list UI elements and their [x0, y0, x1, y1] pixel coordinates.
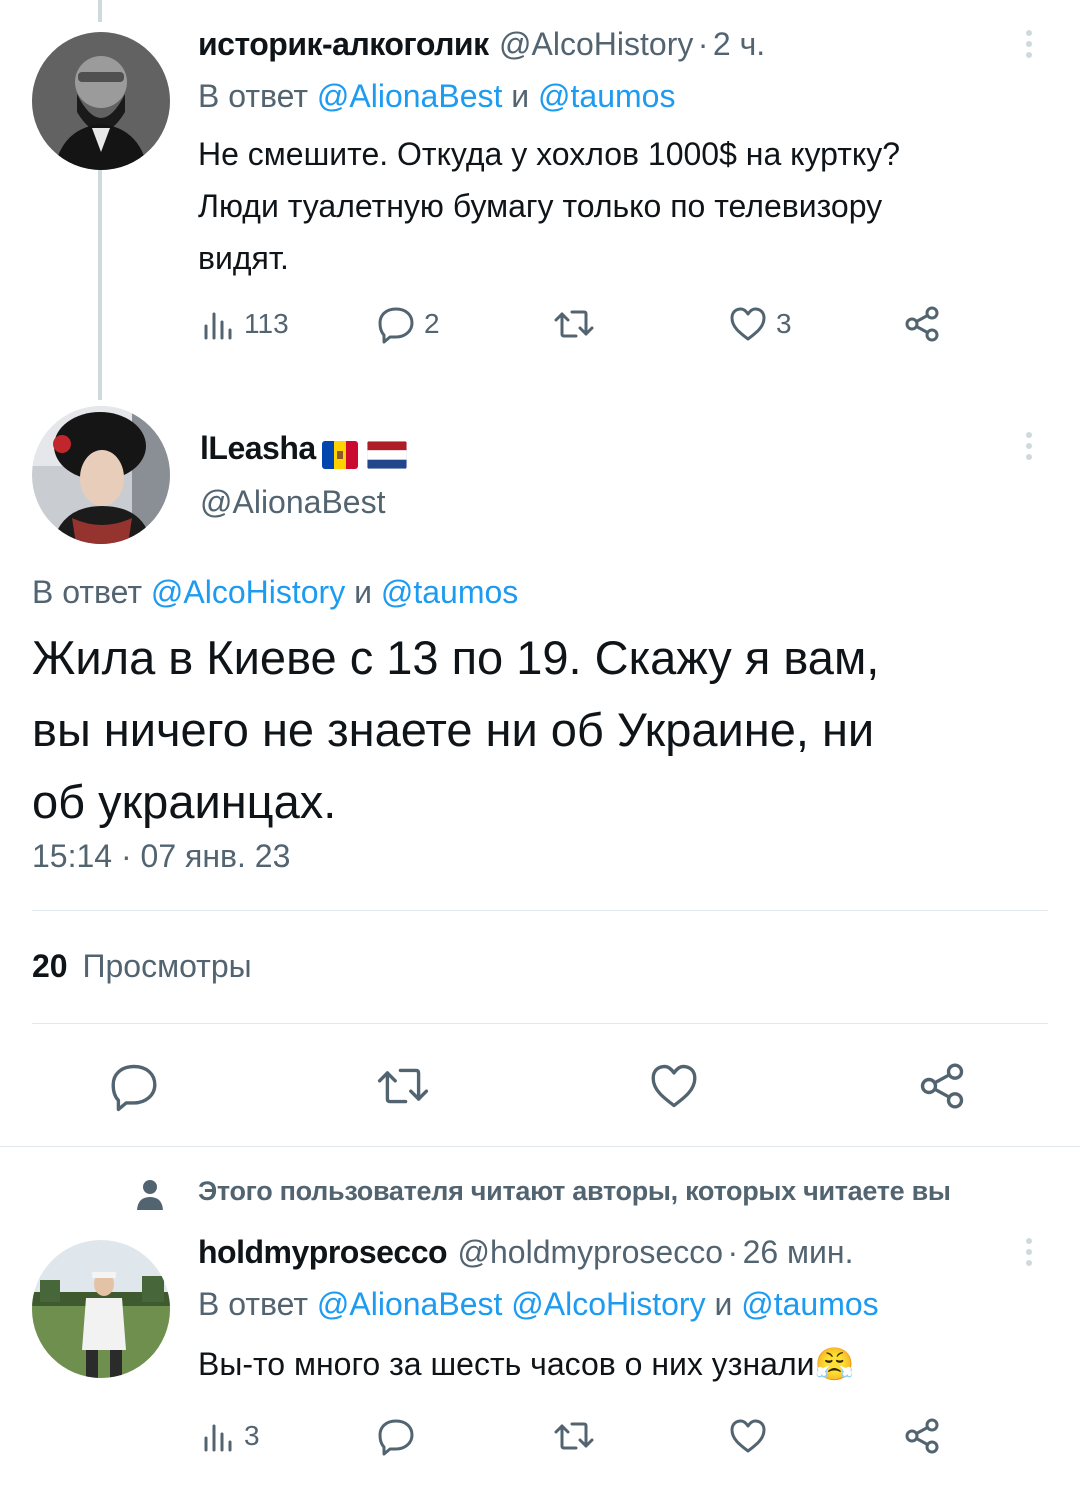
display-name[interactable]: историк-алкоголик: [198, 26, 489, 62]
reply-context: В ответ @AlcoHistory и @taumos: [32, 574, 518, 611]
reply-icon: [378, 1419, 414, 1456]
like-icon: [730, 307, 766, 341]
share-icon: [905, 1418, 939, 1454]
views-summary[interactable]: 20 Просмотры: [32, 948, 252, 985]
share-button[interactable]: [902, 304, 942, 344]
reply-prefix: В ответ: [32, 574, 143, 610]
mention-alcohistory[interactable]: @AlcoHistory: [511, 1286, 705, 1322]
reply-button[interactable]: [376, 1416, 416, 1456]
reply-button[interactable]: 2: [376, 304, 440, 344]
like-icon: [730, 1419, 766, 1453]
text-line: Жила в Киеве с 13 по 19. Скажу я вам,: [32, 631, 880, 684]
reply-and: и: [511, 78, 530, 114]
tweet-1-header: историк-алкоголик @AlcoHistory · 2 ч.: [198, 26, 765, 63]
retweet-button[interactable]: [552, 304, 596, 344]
social-context-text: Этого пользователя читают авторы, которы…: [198, 1176, 951, 1206]
mention-taumos[interactable]: @taumos: [741, 1286, 878, 1322]
handle[interactable]: @holdmyprosecco: [458, 1234, 723, 1270]
retweet-button[interactable]: [552, 1416, 596, 1456]
views-count: 113: [244, 308, 289, 339]
share-icon: [920, 1063, 964, 1109]
reply-and: и: [714, 1286, 733, 1322]
retweet-icon: [554, 1422, 594, 1450]
tweet-2-author: lLeasha: [200, 430, 407, 469]
text-line: Не смешите. Откуда у хохлов 1000$ на кур…: [198, 136, 901, 172]
handle[interactable]: @AlionaBest: [200, 484, 385, 521]
views-count: 3: [244, 1420, 260, 1451]
moldova-flag-icon: [322, 440, 359, 469]
share-button[interactable]: [916, 1060, 968, 1112]
views-button[interactable]: 3: [200, 1418, 260, 1454]
timestamp[interactable]: 2 ч.: [713, 26, 765, 62]
separator: ·: [697, 26, 709, 62]
thread-line-connector: [98, 170, 102, 400]
views-label: Просмотры: [82, 948, 252, 984]
divider: [32, 1023, 1048, 1024]
more-icon[interactable]: [1023, 432, 1035, 460]
avatar-alcohistory[interactable]: [32, 32, 170, 170]
views-icon: [204, 1424, 232, 1452]
handle[interactable]: @AlcoHistory: [499, 26, 693, 62]
like-icon: [651, 1064, 697, 1108]
views-count: 20: [32, 948, 68, 984]
reply-button[interactable]: [108, 1060, 160, 1112]
reply-prefix: В ответ: [198, 1286, 309, 1322]
reply-icon: [111, 1064, 157, 1112]
divider: [32, 910, 1048, 911]
tweet-3-text: Вы-то много за шесть часов о них узнали😤: [198, 1338, 854, 1390]
like-button[interactable]: [728, 1416, 768, 1456]
person-icon: [137, 1180, 163, 1210]
retweet-button[interactable]: [374, 1060, 432, 1112]
display-name[interactable]: holdmyprosecco: [198, 1234, 448, 1270]
like-count: 3: [776, 308, 792, 339]
mention-alcohistory[interactable]: @AlcoHistory: [151, 574, 345, 610]
like-button[interactable]: [648, 1060, 700, 1112]
angry-face-emoji-icon: 😤: [814, 1346, 855, 1382]
text-line: вы ничего не знаете ни об Украине, ни: [32, 703, 875, 756]
avatar-alionabest[interactable]: [32, 406, 170, 544]
text-line: Люди туалетную бумагу только по телевизо…: [198, 188, 883, 224]
more-icon[interactable]: [1023, 1238, 1035, 1266]
reply-and: и: [354, 574, 372, 610]
text-line: видят.: [198, 240, 289, 276]
reply-context: В ответ @AlionaBest и @taumos: [198, 78, 675, 115]
mention-alionabest[interactable]: @AlionaBest: [317, 78, 502, 114]
share-icon: [905, 306, 939, 342]
retweet-icon: [377, 1068, 429, 1104]
share-button[interactable]: [902, 1416, 942, 1456]
tweet-1-text: Не смешите. Откуда у хохлов 1000$ на кур…: [198, 128, 900, 284]
separator: ·: [727, 1234, 739, 1270]
reply-prefix: В ответ: [198, 78, 309, 114]
thread-line-top: [98, 0, 102, 22]
tweet-2-text: Жила в Киеве с 13 по 19. Скажу я вам, вы…: [32, 622, 879, 838]
tweet-timestamp[interactable]: 15:14 · 07 янв. 23: [32, 838, 290, 875]
timestamp[interactable]: 26 мин.: [743, 1234, 854, 1270]
avatar-holdmyprosecco[interactable]: [32, 1240, 170, 1378]
mention-taumos[interactable]: @taumos: [538, 78, 675, 114]
tweet-3-header: holdmyprosecco @holdmyprosecco · 26 мин.: [198, 1234, 853, 1271]
more-icon[interactable]: [1023, 30, 1035, 58]
display-name[interactable]: lLeasha: [200, 430, 316, 466]
mention-alionabest[interactable]: @AlionaBest: [317, 1286, 502, 1322]
retweet-icon: [554, 310, 594, 338]
netherlands-flag-icon: [366, 440, 407, 469]
section-divider: [0, 1146, 1080, 1147]
text-line: Вы-то много за шесть часов о них узнали: [198, 1346, 815, 1382]
views-icon: [204, 312, 232, 340]
like-button[interactable]: 3: [728, 304, 792, 344]
text-line: об украинцах.: [32, 775, 337, 828]
views-button[interactable]: 113: [200, 306, 289, 342]
reply-context: В ответ @AlionaBest @AlcoHistory и @taum…: [198, 1286, 879, 1323]
mention-taumos[interactable]: @taumos: [381, 574, 518, 610]
reply-count: 2: [424, 308, 440, 339]
reply-icon: [378, 307, 414, 344]
